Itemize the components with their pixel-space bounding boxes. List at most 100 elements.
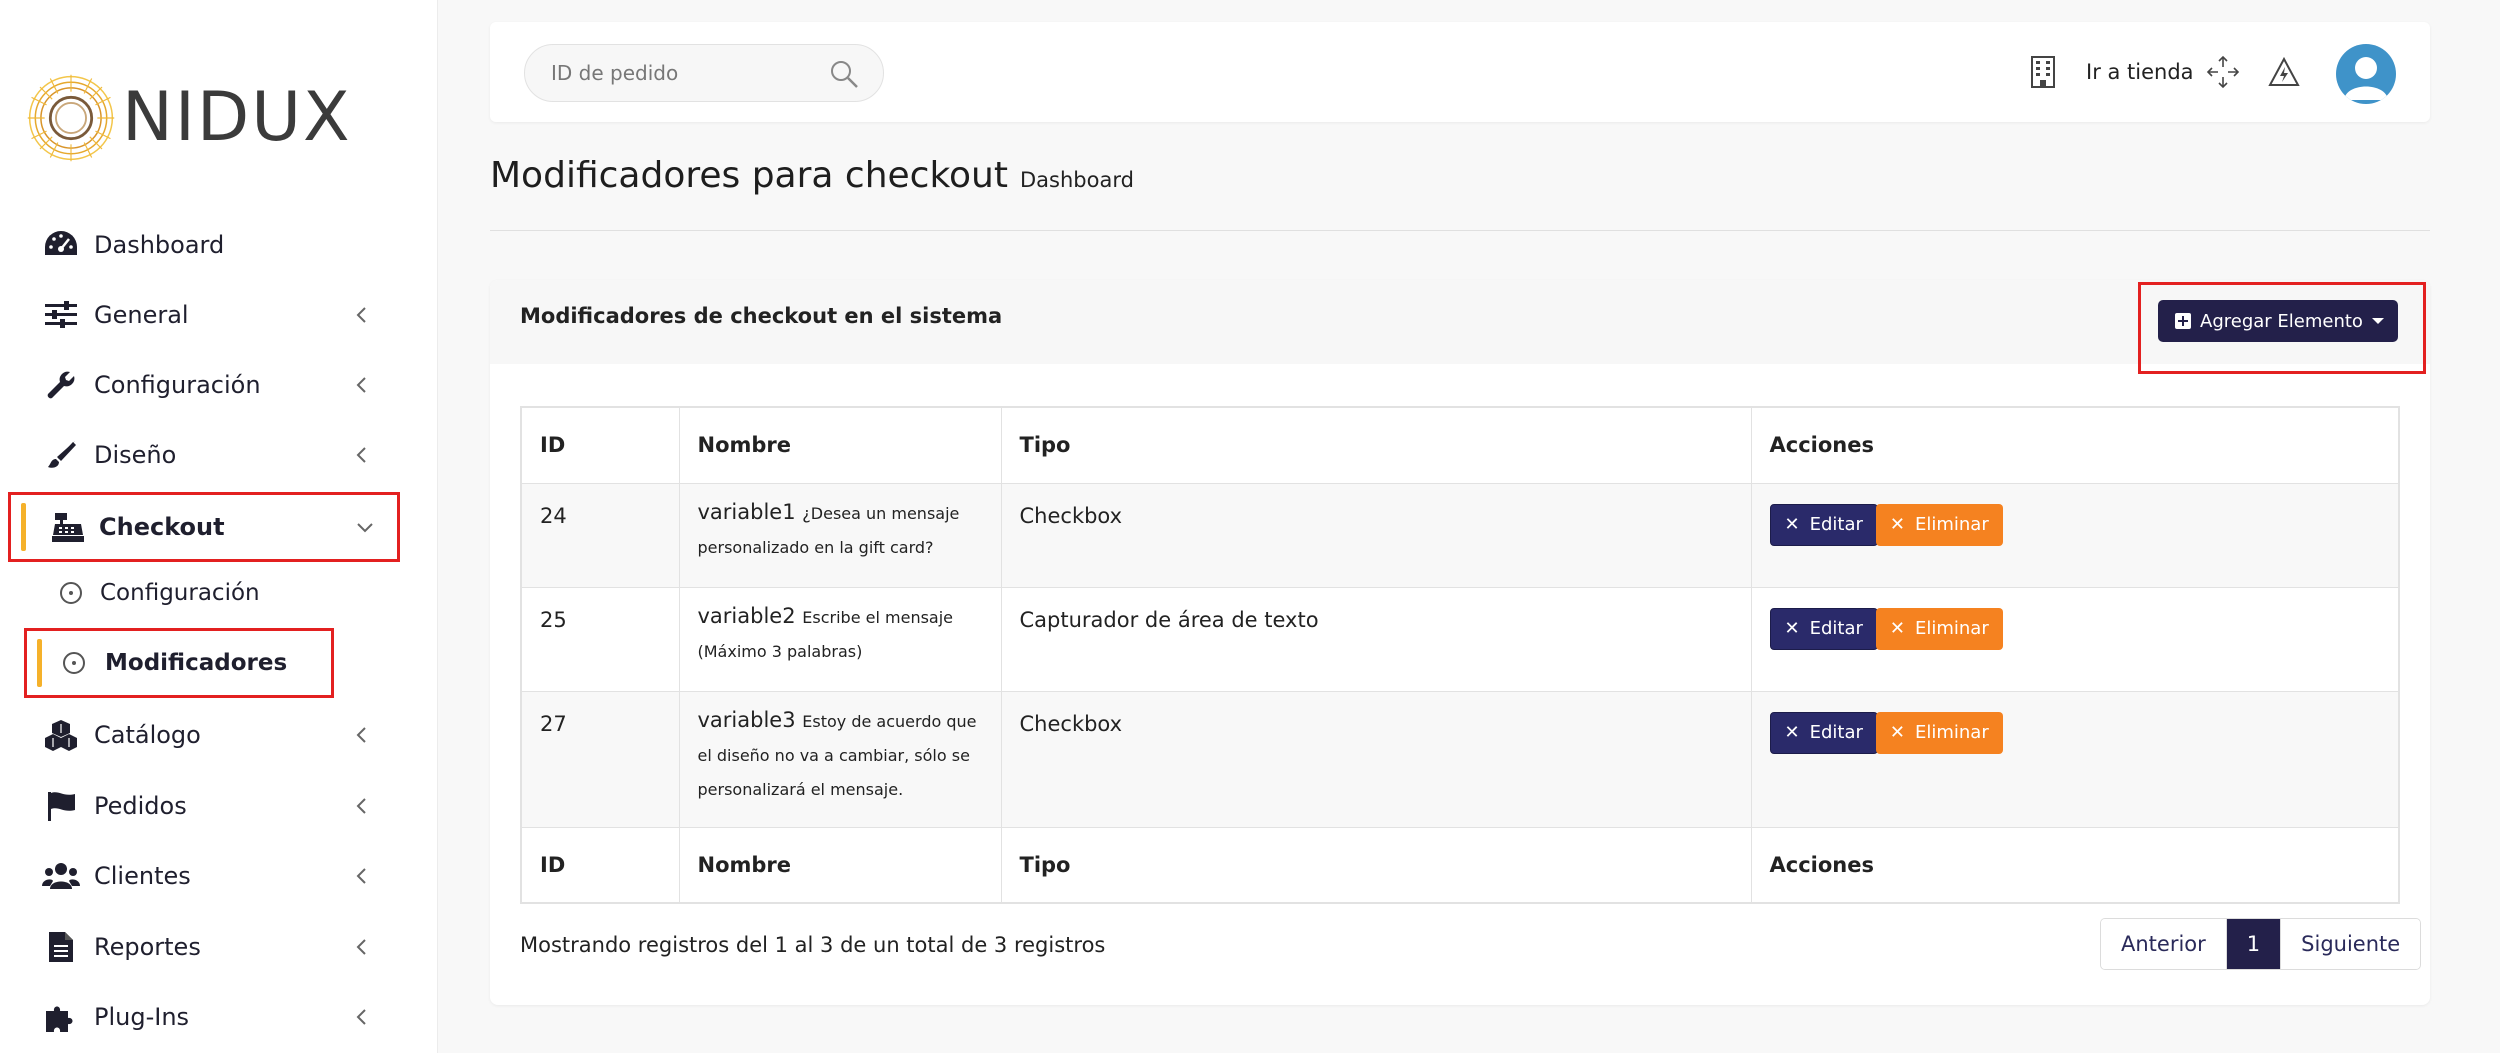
store-building-icon[interactable] <box>2030 22 2056 122</box>
chevron-left-icon <box>352 445 372 465</box>
close-icon: ✕ <box>1889 618 1905 639</box>
close-icon: ✕ <box>1889 722 1905 743</box>
cell-actions: ✕ Editar ✕ Eliminar <box>1750 482 2400 588</box>
table-footer-row: ID Nombre Tipo Acciones <box>520 826 2400 904</box>
sidebar-item-label: General <box>94 301 189 329</box>
table-row: 25 variable2 Escribe el mensaje (Máximo … <box>520 586 2400 692</box>
sidebar-item-label: Clientes <box>94 862 191 890</box>
sidebar-item-dashboard[interactable]: Dashboard <box>0 210 438 280</box>
sidebar-subitem-label: Configuración <box>100 580 260 606</box>
dashboard-gauge-icon <box>42 226 80 264</box>
column-footer: Nombre <box>678 826 1002 904</box>
edit-button[interactable]: ✕ Editar <box>1769 711 1878 754</box>
cell-name: variable2 Escribe el mensaje (Máximo 3 p… <box>678 586 1002 692</box>
delete-label: Eliminar <box>1914 514 1989 535</box>
chevron-left-icon <box>352 796 372 816</box>
column-footer: Acciones <box>1750 826 2400 904</box>
modifiers-card: Modificadores de checkout en el sistema … <box>490 280 2430 1005</box>
chevron-left-icon <box>352 725 372 745</box>
circle-dot-icon <box>60 582 82 604</box>
table-row: 24 variable1 ¿Desea un mensaje personali… <box>520 482 2400 588</box>
user-avatar[interactable] <box>2336 44 2396 104</box>
column-header[interactable]: Nombre <box>678 406 1002 484</box>
pagination: Anterior 1 Siguiente <box>2100 918 2422 970</box>
delete-button[interactable]: ✕ Eliminar <box>1875 711 2003 754</box>
edit-label: Editar <box>1809 618 1863 639</box>
sidebar-item-plugins[interactable]: Plug-Ins <box>0 982 438 1052</box>
sidebar-item-diseno[interactable]: Diseño <box>0 420 438 490</box>
circle-dot-icon <box>63 652 85 674</box>
cash-register-icon <box>49 508 87 546</box>
cell-type: Checkbox <box>1000 482 1752 588</box>
add-element-label: Agregar Elemento <box>2200 310 2363 332</box>
flag-icon <box>42 787 80 825</box>
records-info: Mostrando registros del 1 al 3 de un tot… <box>520 933 1106 957</box>
sidebar-item-label: Configuración <box>94 371 261 399</box>
search-icon[interactable] <box>829 59 859 89</box>
cell-id: 27 <box>520 690 680 828</box>
breadcrumb[interactable]: Dashboard <box>1020 168 1134 192</box>
sidebar-item-checkout[interactable]: Checkout <box>8 492 400 562</box>
chevron-left-icon <box>352 1007 372 1027</box>
cell-name: variable1 ¿Desea un mensaje personalizad… <box>678 482 1002 588</box>
fullscreen-arrows-icon[interactable] <box>2206 22 2240 122</box>
column-footer: Tipo <box>1000 826 1752 904</box>
edit-button[interactable]: ✕ Editar <box>1769 607 1878 650</box>
go-to-store-link[interactable]: Ir a tienda <box>2086 22 2194 122</box>
sidebar-item-general[interactable]: General <box>0 280 438 350</box>
sidebar-subitem-modificadores[interactable]: Modificadores <box>24 628 334 698</box>
sidebar-subitem-configuracion[interactable]: Configuración <box>0 563 438 623</box>
close-icon: ✕ <box>1784 722 1800 743</box>
delete-button[interactable]: ✕ Eliminar <box>1875 607 2003 650</box>
chevron-left-icon <box>352 375 372 395</box>
sidebar-subitem-label: Modificadores <box>105 650 288 676</box>
cell-actions: ✕ Editar ✕ Eliminar <box>1750 586 2400 692</box>
cell-id: 25 <box>520 586 680 692</box>
variable-name: variable1 <box>697 499 796 524</box>
sidebar-item-pedidos[interactable]: Pedidos <box>0 771 438 841</box>
column-header[interactable]: Tipo <box>1000 406 1752 484</box>
users-icon <box>42 857 80 895</box>
page-1-button[interactable]: 1 <box>2225 919 2281 969</box>
next-page-button[interactable]: Siguiente <box>2280 919 2421 969</box>
cubes-icon <box>42 716 80 754</box>
sidebar-item-label: Catálogo <box>94 721 201 749</box>
page-title: Modificadores para checkout <box>490 155 1008 196</box>
delete-button[interactable]: ✕ Eliminar <box>1875 503 2003 546</box>
active-indicator <box>37 639 42 687</box>
modifiers-table: ID Nombre Tipo Acciones 24 variable1 ¿De… <box>520 406 2400 904</box>
wrench-icon <box>42 366 80 404</box>
sidebar-item-label: Plug-Ins <box>94 1003 190 1031</box>
chevron-down-icon <box>355 517 375 537</box>
previous-page-button[interactable]: Anterior <box>2101 919 2226 969</box>
warning-icon[interactable] <box>2268 22 2300 122</box>
chevron-left-icon <box>352 937 372 957</box>
divider <box>490 230 2430 231</box>
sidebar-item-catalogo[interactable]: Catálogo <box>0 700 438 770</box>
add-element-button[interactable]: Agregar Elemento <box>2158 300 2398 342</box>
nidux-logo[interactable]: NIDUX <box>24 70 352 165</box>
close-icon: ✕ <box>1784 618 1800 639</box>
order-search <box>524 44 884 102</box>
page-header: Modificadores para checkout Dashboard <box>490 155 1134 196</box>
edit-label: Editar <box>1809 514 1863 535</box>
column-header[interactable]: Acciones <box>1750 406 2400 484</box>
order-id-search-input[interactable] <box>551 61 791 85</box>
cell-actions: ✕ Editar ✕ Eliminar <box>1750 690 2400 828</box>
table-header-row: ID Nombre Tipo Acciones <box>520 406 2400 484</box>
cell-type: Capturador de área de texto <box>1000 586 1752 692</box>
chevron-left-icon <box>352 305 372 325</box>
sidebar-item-configuracion[interactable]: Configuración <box>0 350 438 420</box>
puzzle-icon <box>42 998 80 1036</box>
cell-name: variable3 Estoy de acuerdo que el diseño… <box>678 690 1002 828</box>
cell-type: Checkbox <box>1000 690 1752 828</box>
file-icon <box>42 928 80 966</box>
topbar: Ir a tienda <box>490 22 2430 122</box>
sidebar-item-reportes[interactable]: Reportes <box>0 912 438 982</box>
edit-button[interactable]: ✕ Editar <box>1769 503 1878 546</box>
sidebar-item-label: Diseño <box>94 441 177 469</box>
column-header[interactable]: ID <box>520 406 680 484</box>
sidebar-item-clientes[interactable]: Clientes <box>0 841 438 911</box>
user-icon <box>2344 57 2388 100</box>
edit-label: Editar <box>1809 722 1863 743</box>
